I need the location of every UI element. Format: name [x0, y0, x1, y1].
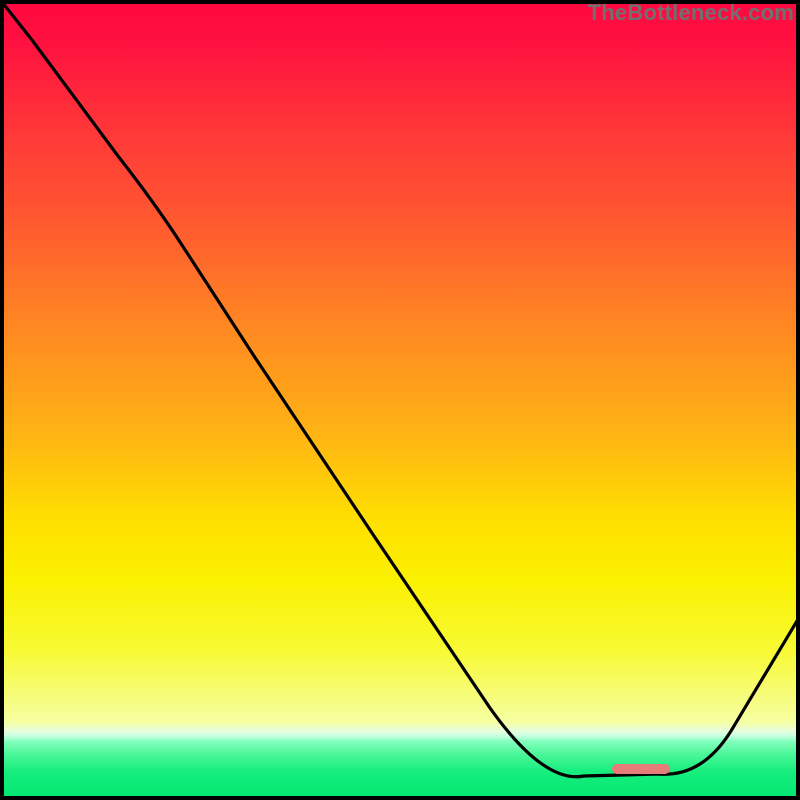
watermark-text: TheBottleneck.com	[588, 0, 794, 26]
axes-frame	[0, 0, 800, 800]
chart-stage: TheBottleneck.com	[0, 0, 800, 800]
